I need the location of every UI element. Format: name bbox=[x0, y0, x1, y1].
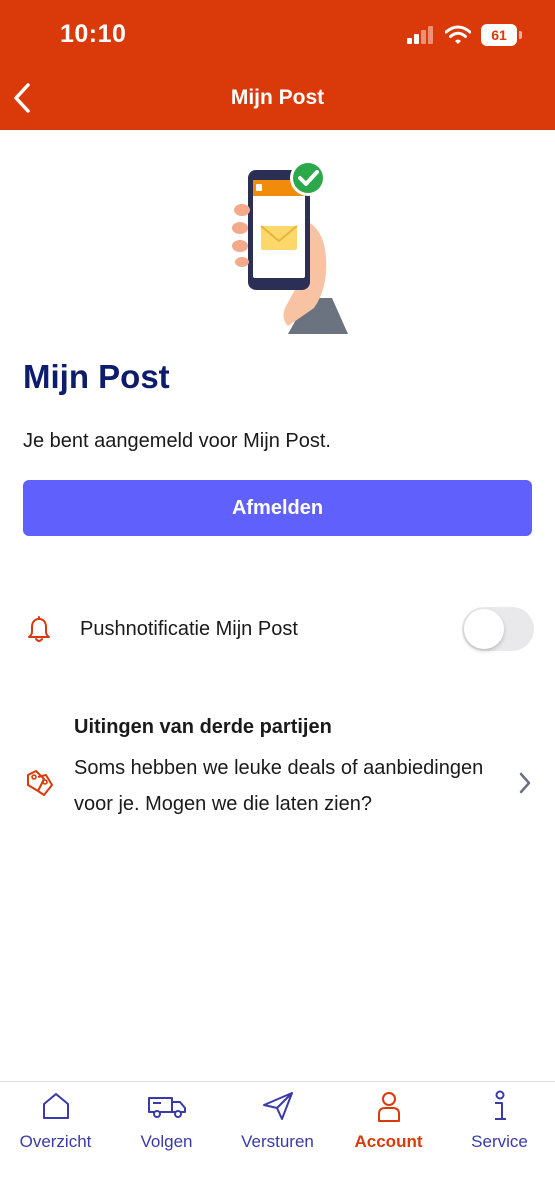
wifi-icon bbox=[445, 25, 471, 44]
tab-label: Overzicht bbox=[19, 1132, 92, 1151]
battery-indicator: 61 bbox=[481, 24, 522, 46]
bottom-tab-bar: Overzicht Volgen Versturen Account Servi… bbox=[0, 1081, 555, 1200]
status-icons: 61 bbox=[407, 24, 522, 46]
phone-mail-illustration bbox=[232, 160, 348, 334]
push-notification-row: Pushnotificatie Mijn Post bbox=[0, 600, 555, 660]
send-icon bbox=[262, 1092, 293, 1120]
tab-label: Account bbox=[354, 1132, 423, 1151]
third-party-description: Soms hebben we leuke deals of aanbieding… bbox=[74, 757, 484, 815]
cellular-signal-icon bbox=[407, 26, 433, 44]
price-tag-icon bbox=[27, 770, 53, 796]
push-notification-label: Pushnotificatie Mijn Post bbox=[80, 618, 298, 640]
unsubscribe-button[interactable]: Afmelden bbox=[23, 480, 532, 536]
user-icon bbox=[377, 1092, 400, 1122]
toggle-knob bbox=[464, 609, 504, 649]
tab-service[interactable]: Service bbox=[444, 1082, 555, 1172]
tab-versturen[interactable]: Versturen bbox=[222, 1082, 333, 1172]
tab-label: Service bbox=[471, 1132, 528, 1151]
van-icon bbox=[147, 1097, 186, 1118]
page-title: Mijn Post bbox=[23, 358, 170, 395]
home-icon bbox=[42, 1093, 69, 1119]
tab-account[interactable]: Account bbox=[333, 1082, 444, 1172]
push-notification-toggle[interactable] bbox=[462, 607, 534, 651]
third-party-offers-row[interactable]: Uitingen van derde partijen Soms hebben … bbox=[0, 712, 555, 862]
bell-icon bbox=[28, 616, 50, 642]
third-party-title: Uitingen van derde partijen bbox=[74, 716, 332, 738]
top-bar: 10:10 61 Mijn Post bbox=[0, 0, 555, 130]
subscription-status-text: Je bent aangemeld voor Mijn Post. bbox=[23, 430, 331, 452]
header-title: Mijn Post bbox=[230, 86, 325, 109]
chevron-right-icon bbox=[519, 772, 531, 794]
tab-volgen[interactable]: Volgen bbox=[111, 1082, 222, 1172]
info-icon bbox=[494, 1090, 506, 1120]
tab-label: Volgen bbox=[140, 1132, 193, 1151]
tab-label: Versturen bbox=[241, 1132, 314, 1151]
status-time: 10:10 bbox=[60, 20, 127, 48]
tab-overzicht[interactable]: Overzicht bbox=[0, 1082, 111, 1172]
